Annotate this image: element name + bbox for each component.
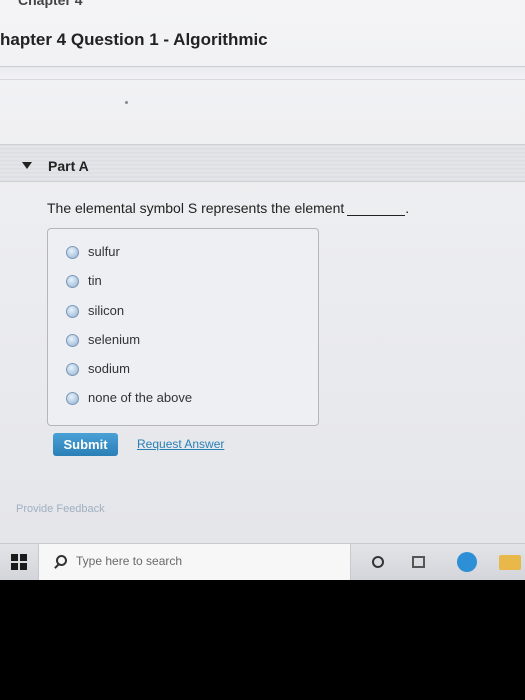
provide-feedback-link[interactable]: Provide Feedback [16,503,105,515]
search-placeholder: Type here to search [76,554,183,568]
cortana-icon[interactable] [372,556,384,568]
option-label: selenium [88,332,141,347]
option-none-of-the-above[interactable]: none of the above [66,389,306,411]
decorative-dot [125,101,128,104]
radio-button[interactable] [66,246,79,259]
question-text: The elemental symbol S represents the el… [47,200,409,216]
option-label: silicon [88,303,125,318]
taskbar-search-box[interactable]: Type here to search [38,544,351,580]
option-sulfur[interactable]: sulfur [66,243,306,265]
edge-browser-icon[interactable] [457,552,477,572]
windows-start-icon[interactable] [11,554,27,570]
question-prompt: The elemental symbol S represents the el… [47,200,345,216]
radio-button[interactable] [66,275,79,288]
radio-button[interactable] [66,363,79,376]
option-silicon[interactable]: silicon [66,302,306,324]
radio-button[interactable] [66,334,79,347]
option-label: sulfur [88,244,120,259]
answer-options: sulfur tin silicon selenium sodium none … [47,228,319,426]
radio-button[interactable] [66,392,79,405]
option-selenium[interactable]: selenium [66,331,306,353]
option-label: tin [88,273,102,288]
request-answer-link[interactable]: Request Answer [137,437,224,451]
taskbar: Type here to search [0,543,525,580]
question-suffix: . [405,200,410,216]
part-label: Part A [48,158,89,174]
option-label: sodium [88,361,130,376]
option-label: none of the above [88,390,193,405]
page-title: hapter 4 Question 1 - Algorithmic [0,30,268,49]
task-view-icon[interactable] [412,556,425,568]
search-icon [56,555,67,566]
title-divider [0,66,525,80]
answer-blank [347,204,406,216]
part-a-header[interactable]: Part A [0,144,525,182]
radio-button[interactable] [66,305,79,318]
caret-down-icon[interactable] [22,162,32,169]
option-sodium[interactable]: sodium [66,360,306,382]
option-tin[interactable]: tin [66,272,306,294]
submit-button[interactable]: Submit [53,433,118,456]
breadcrumb[interactable]: Chapter 4 [18,0,83,8]
file-explorer-icon[interactable] [499,555,521,570]
browser-screen: Chapter 4 hapter 4 Question 1 - Algorith… [0,0,525,580]
